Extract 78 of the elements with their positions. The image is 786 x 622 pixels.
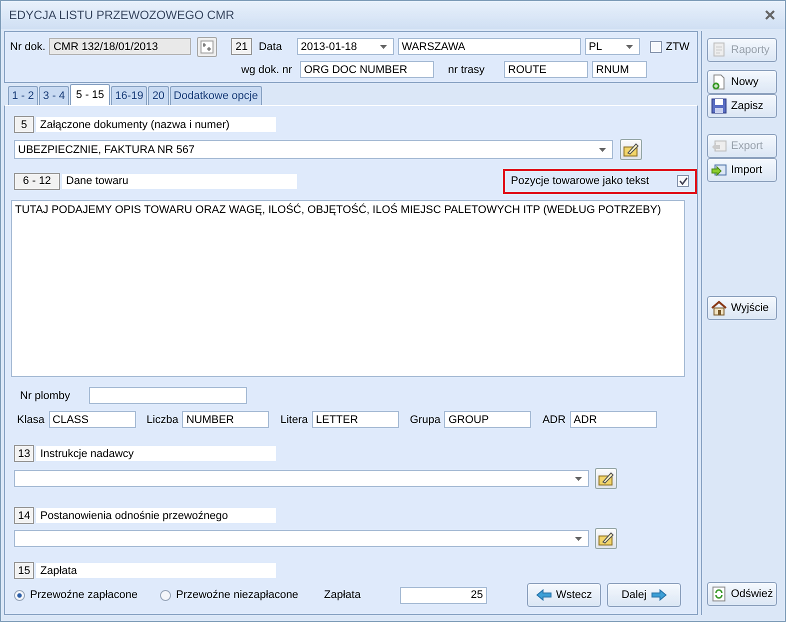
tab[interactable]: 5 - 15: [70, 84, 110, 105]
amount-label: Zapłata: [324, 589, 362, 601]
adr-field[interactable]: NUMBER: [182, 411, 270, 428]
tab[interactable]: 3 - 4: [39, 86, 70, 105]
country-dropdown[interactable]: PL: [584, 38, 640, 55]
adr-label: Klasa: [17, 414, 45, 426]
arrow-left-icon: [536, 589, 552, 601]
city-field[interactable]: WARSZAWA: [398, 38, 581, 55]
adr-label: Litera: [280, 414, 308, 426]
amount-field[interactable]: 25: [400, 586, 487, 604]
window-title: EDYCJA LISTU PRZEWOZOWEGO CMR: [9, 8, 234, 22]
tab[interactable]: 16-19: [111, 86, 148, 105]
table-arrow-icon: [711, 138, 727, 154]
table-arrow-icon: [711, 162, 727, 178]
numbering-button[interactable]: [197, 36, 218, 56]
field-number: 5: [14, 116, 34, 133]
section-title: Załączone dokumenty (nazwa i numer): [36, 117, 276, 132]
edit-button[interactable]: [595, 528, 617, 549]
origin-doc-field[interactable]: ORG DOC NUMBER: [300, 61, 434, 78]
refresh-button[interactable]: Odśwież: [707, 582, 777, 606]
origin-doc-label: wg dok. nr: [240, 64, 292, 76]
field-number: 13: [14, 445, 34, 462]
text-items-checkbox[interactable]: [677, 175, 689, 187]
doc-number-field[interactable]: CMR 132/18/01/2013: [49, 38, 192, 55]
adr-field[interactable]: ADR: [570, 411, 657, 428]
radio-label: Przewoźne niezapłacone: [176, 589, 298, 601]
next-button[interactable]: Dalej: [607, 583, 681, 607]
edit-button[interactable]: [595, 468, 617, 489]
goods-text-area[interactable]: TUTAJ PODAJEMY OPIS TOWARU ORAZ WAGĘ, ILOŚĆ, OBJĘTOŚĆ, ILOŚ MIEJSC PALETOWYCH ITP (WEDŁUG POTRZEBY): [11, 200, 685, 377]
document-icon: [711, 42, 727, 58]
close-icon[interactable]: [764, 9, 776, 21]
radio-button[interactable]: [160, 590, 171, 600]
date-field[interactable]: 2013-01-18: [296, 38, 394, 55]
caret-icon[interactable]: [380, 44, 387, 48]
section-title: Instrukcje nadawcy: [36, 446, 276, 461]
seal-field[interactable]: [89, 387, 247, 404]
text-items-label: Pozycje towarowe jako tekst: [510, 175, 650, 187]
doc-number-label: Nr dok.: [10, 40, 46, 52]
adr-field[interactable]: CLASS: [48, 411, 136, 428]
exit-button[interactable]: Wyjście: [707, 296, 777, 320]
adr-label: Liczba: [146, 414, 178, 426]
adr-field[interactable]: LETTER: [312, 411, 399, 428]
radio-label: Przewoźne zapłacone: [30, 589, 138, 601]
caret-icon[interactable]: [575, 476, 582, 480]
section-title: Dane towaru: [62, 174, 297, 188]
house-icon: [711, 300, 727, 316]
tab[interactable]: 1 - 2: [8, 86, 38, 105]
adr-field[interactable]: GROUP: [444, 411, 532, 428]
section-title: Zapłata: [36, 563, 276, 578]
caret-icon[interactable]: [626, 44, 633, 48]
field-number: 15: [14, 562, 34, 579]
field-number: 6 - 12: [14, 172, 60, 190]
new-document-icon: [711, 74, 727, 90]
tab[interactable]: 20: [148, 86, 169, 105]
import-button[interactable]: Import: [707, 158, 777, 182]
documents-dropdown[interactable]: UBEZPIECZNIE, FAKTURA NR 567: [14, 140, 613, 159]
route-field[interactable]: ROUTE: [504, 61, 588, 78]
caret-icon[interactable]: [599, 148, 606, 152]
ztw-checkbox[interactable]: [650, 40, 662, 52]
date-label: Data: [258, 40, 283, 52]
field-number: 21: [231, 38, 252, 55]
field-number: 14: [14, 507, 34, 524]
arrow-right-icon: [650, 589, 667, 601]
back-button[interactable]: Wstecz: [527, 583, 601, 607]
radio-button[interactable]: [14, 590, 25, 600]
new-button[interactable]: Nowy: [707, 70, 777, 94]
adr-label: ADR: [542, 414, 566, 426]
adr-label: Grupa: [410, 414, 440, 426]
ztw-label: ZTW: [666, 40, 690, 52]
seal-label: Nr plomby: [19, 390, 72, 402]
tab[interactable]: Dodatkowe opcje: [170, 86, 262, 105]
refresh-icon: [711, 586, 727, 602]
edit-button[interactable]: [620, 139, 642, 160]
route-number-field[interactable]: RNUM: [592, 61, 647, 78]
caret-icon[interactable]: [575, 536, 582, 540]
save-button[interactable]: Zapisz: [707, 94, 777, 118]
section-title: Postanowienia odnośnie przewoźnego: [36, 508, 276, 523]
route-label: nr trasy: [448, 64, 486, 76]
